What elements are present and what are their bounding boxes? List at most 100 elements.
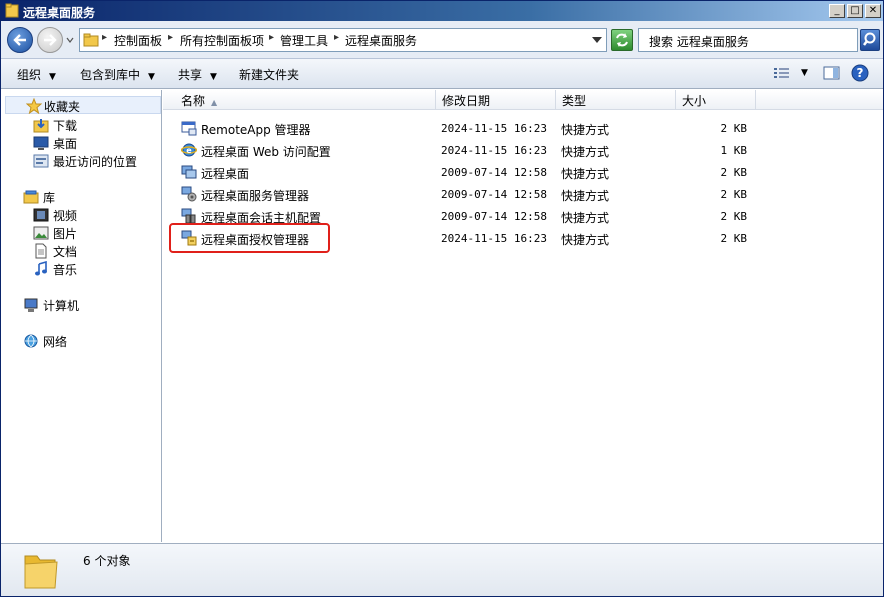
library-icon — [23, 190, 39, 204]
file-size: 2 KB — [720, 188, 748, 201]
file-date: 2024-11-15 16:23 — [441, 122, 547, 135]
nav-desktop[interactable]: 桌面 — [33, 134, 153, 152]
nav-music[interactable]: 音乐 — [33, 260, 153, 278]
recent-places-icon — [33, 154, 49, 168]
file-type: 快捷方式 — [561, 145, 610, 159]
address-input[interactable]: ▸ 控制面板 ▸ 所有控制面板项 ▸ 管理工具 ▸ 远程桌面服务 — [79, 28, 607, 52]
file-type: 快捷方式 — [561, 123, 610, 137]
breadcrumb-control-panel[interactable]: 控制面板 — [114, 32, 162, 49]
folder-icon — [83, 33, 99, 47]
back-button[interactable] — [7, 27, 33, 53]
column-headers: 名称 ▲ 修改日期 类型 大小 — [163, 90, 883, 110]
refresh-icon — [616, 33, 628, 47]
nav-downloads[interactable]: 下载 — [33, 116, 153, 134]
magnifier-icon — [863, 32, 876, 46]
file-row[interactable]: RemoteApp 管理器 2024-11-15 16:23 快捷方式 2 KB — [163, 117, 883, 139]
refresh-button[interactable] — [611, 29, 633, 51]
breadcrumb-separator[interactable]: ▸ — [334, 32, 339, 43]
services-manager-icon — [181, 186, 197, 202]
remote-desktop-icon — [181, 165, 197, 179]
column-name[interactable]: 名称 ▲ — [173, 90, 436, 110]
document-icon — [35, 243, 47, 259]
file-size: 2 KB — [720, 210, 748, 223]
svg-text:e: e — [186, 146, 192, 155]
window-title: 远程桌面服务 — [23, 6, 96, 20]
file-type: 快捷方式 — [561, 189, 610, 203]
file-date: 2024-11-15 16:23 — [441, 232, 547, 245]
breadcrumb-separator[interactable]: ▸ — [168, 32, 173, 43]
nav-network[interactable]: 网络 — [23, 332, 143, 350]
nav-recent-places[interactable]: 最近访问的位置 — [33, 152, 159, 170]
arrow-left-icon — [13, 34, 26, 46]
preview-pane-icon[interactable] — [823, 65, 841, 81]
file-type: 快捷方式 — [561, 167, 610, 181]
file-size: 1 KB — [720, 144, 748, 157]
file-date: 2009-07-14 12:58 — [441, 210, 547, 223]
close-button[interactable]: ✕ — [865, 4, 881, 18]
nav-documents-label: 文档 — [53, 245, 78, 259]
file-size: 2 KB — [720, 232, 748, 245]
nav-favorites[interactable]: 收藏夹 — [5, 96, 161, 114]
network-icon — [24, 334, 38, 348]
file-row[interactable]: 远程桌面服务管理器 2009-07-14 12:58 快捷方式 2 KB — [163, 183, 883, 205]
caret-down-icon: ▼ — [210, 72, 217, 82]
help-icon[interactable]: ? — [851, 64, 869, 82]
file-date: 2009-07-14 12:58 — [441, 166, 547, 179]
column-size[interactable]: 大小 — [676, 90, 756, 110]
file-name: 远程桌面 Web 访问配置 — [201, 145, 331, 159]
maximize-button[interactable]: □ — [847, 4, 863, 18]
computer-icon — [24, 298, 38, 312]
nav-videos[interactable]: 视频 — [33, 206, 153, 224]
explorer-window: 远程桌面服务 _ □ ✕ ▸ 控制面板 ▸ 所有控制面板项 ▸ 管理工具 ▸ 远… — [0, 0, 884, 597]
highlight-box — [169, 223, 330, 253]
nav-libraries[interactable]: 库 — [23, 188, 143, 206]
share-menu[interactable]: 共享 ▼ — [178, 66, 217, 83]
new-folder-button[interactable]: 新建文件夹 — [239, 66, 299, 83]
title-bar[interactable]: 远程桌面服务 _ □ ✕ — [1, 1, 883, 21]
music-icon — [35, 261, 47, 276]
file-type: 快捷方式 — [561, 211, 610, 225]
share-label: 共享 — [178, 68, 203, 82]
download-folder-icon — [33, 119, 49, 133]
file-type: 快捷方式 — [561, 233, 610, 247]
breadcrumb-all-items[interactable]: 所有控制面板项 — [180, 32, 264, 49]
breadcrumb-rds[interactable]: 远程桌面服务 — [345, 32, 417, 49]
file-row[interactable]: 远程桌面 2009-07-14 12:58 快捷方式 2 KB — [163, 161, 883, 183]
file-name: 远程桌面 — [201, 167, 250, 181]
file-size: 2 KB — [720, 166, 748, 179]
address-toolbar: ▸ 控制面板 ▸ 所有控制面板项 ▸ 管理工具 ▸ 远程桌面服务 搜索 远程桌面… — [1, 21, 883, 59]
file-row[interactable]: e 远程桌面 Web 访问配置 2024-11-15 16:23 快捷方式 1 … — [163, 139, 883, 161]
nav-documents[interactable]: 文档 — [33, 242, 153, 260]
session-host-icon — [181, 208, 196, 224]
breadcrumb-admin-tools[interactable]: 管理工具 — [280, 32, 328, 49]
breadcrumb-separator[interactable]: ▸ — [102, 32, 107, 43]
column-date[interactable]: 修改日期 — [436, 90, 556, 110]
column-type[interactable]: 类型 — [556, 90, 676, 110]
forward-button[interactable] — [37, 27, 63, 53]
minimize-button[interactable]: _ — [829, 4, 845, 18]
nav-network-label: 网络 — [43, 335, 68, 349]
picture-icon — [33, 226, 49, 240]
file-date: 2009-07-14 12:58 — [441, 188, 547, 201]
file-date: 2024-11-15 16:23 — [441, 144, 547, 157]
organize-label: 组织 — [17, 68, 42, 82]
include-in-library-menu[interactable]: 包含到库中 ▼ — [80, 66, 155, 83]
item-count: 6 个对象 — [83, 554, 131, 568]
organize-menu[interactable]: 组织 ▼ — [17, 66, 56, 83]
address-dropdown-icon[interactable] — [592, 37, 602, 44]
nav-computer[interactable]: 计算机 — [23, 296, 143, 314]
view-dropdown-icon[interactable]: ▼ — [801, 68, 808, 78]
nav-computer-label: 计算机 — [43, 299, 80, 313]
caret-down-icon: ▼ — [49, 72, 56, 82]
breadcrumb-separator[interactable]: ▸ — [269, 32, 274, 43]
search-input[interactable]: 搜索 远程桌面服务 — [638, 28, 858, 52]
nav-pictures[interactable]: 图片 — [33, 224, 153, 242]
recent-pages-dropdown-icon[interactable] — [65, 35, 75, 45]
svg-text:?: ? — [857, 66, 864, 80]
search-button[interactable] — [860, 29, 880, 51]
folder-icon — [5, 3, 19, 18]
view-options-icon[interactable] — [773, 65, 791, 81]
command-bar: 组织 ▼ 包含到库中 ▼ 共享 ▼ 新建文件夹 ▼ ? — [1, 59, 883, 89]
nav-recent-label: 最近访问的位置 — [53, 155, 138, 169]
caret-down-icon: ▼ — [148, 72, 155, 82]
